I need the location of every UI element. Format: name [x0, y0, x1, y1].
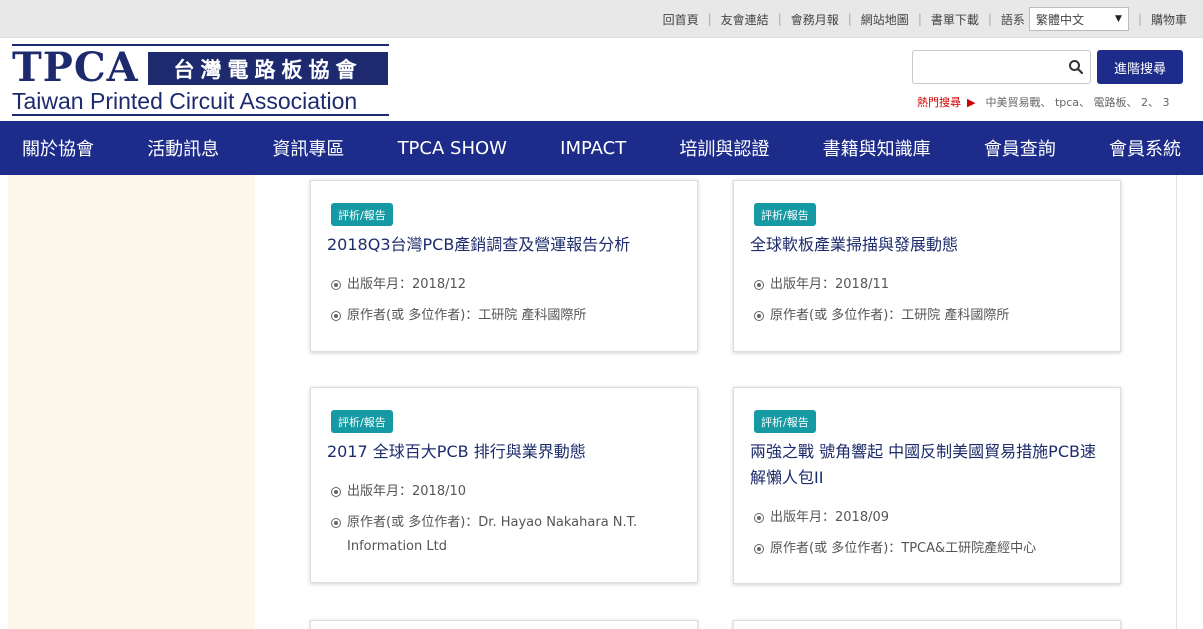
publish-date: 出版年月：2018/10 [331, 480, 667, 504]
category-badge: 評析/報告 [331, 410, 393, 433]
nav-item-training[interactable]: 培訓與認證 [679, 135, 769, 161]
logo-abbr: TPCA [12, 44, 139, 91]
bullet-icon [331, 487, 341, 497]
divider: | [707, 12, 712, 26]
publish-date: 出版年月：2018/11 [754, 273, 1090, 297]
card-title[interactable]: 全球軟板產業掃描與發展動態 [750, 232, 1110, 258]
language-select[interactable]: 繁體中文 ▼ [1028, 7, 1129, 31]
logo-english-name: Taiwan Printed Circuit Association [12, 88, 358, 114]
left-sidebar [8, 175, 255, 629]
nav-item-books[interactable]: 書籍與知識庫 [823, 135, 931, 161]
advanced-search-button[interactable]: 進階搜尋 [1097, 50, 1183, 84]
hot-search-terms[interactable]: 中美貿易戰、 tpca、 電路板、 2、 3 [985, 94, 1169, 110]
nav-item-tpca-show[interactable]: TPCA SHOW [398, 138, 507, 159]
divider: | [1137, 12, 1142, 26]
site-header: TPCA 台灣電路板協會 Taiwan Printed Circuit Asso… [0, 38, 1203, 121]
play-arrow-icon: ▶ [967, 95, 976, 109]
author-text: 原作者(或 多位作者)：工研院 產科國際所 [347, 308, 587, 323]
bullet-icon [331, 311, 341, 321]
report-card[interactable] [733, 620, 1121, 629]
bullet-icon [754, 280, 764, 290]
cart-link[interactable]: 購物車 [1151, 11, 1187, 28]
search-input[interactable] [912, 50, 1091, 84]
nav-item-member-lookup[interactable]: 會員查詢 [984, 135, 1056, 161]
divider: | [777, 12, 782, 26]
bullet-icon [754, 513, 764, 523]
nav-item-info[interactable]: 資訊專區 [272, 135, 344, 161]
publish-date: 出版年月：2018/12 [331, 273, 667, 297]
forms-download-link[interactable]: 書單下載 [931, 11, 979, 28]
report-card[interactable]: 評析/報告 2017 全球百大PCB 排行與業界動態 出版年月：2018/10 … [310, 387, 698, 583]
report-card[interactable]: 評析/報告 兩強之戰 號角響起 中國反制美國貿易措施PCB速解懶人包II 出版年… [733, 387, 1121, 584]
publish-date-text: 出版年月：2018/12 [347, 277, 467, 292]
card-title[interactable]: 2017 全球百大PCB 排行與業界動態 [327, 439, 687, 465]
nav-item-events[interactable]: 活動訊息 [147, 135, 219, 161]
report-card[interactable]: 評析/報告 2018Q3台灣PCB產銷調查及營運報告分析 出版年月：2018/1… [310, 180, 698, 352]
report-card[interactable]: 評析/報告 全球軟板產業掃描與發展動態 出版年月：2018/11 原作者(或 多… [733, 180, 1121, 352]
bullet-icon [754, 311, 764, 321]
nav-item-impact[interactable]: IMPACT [560, 138, 626, 159]
nav-item-about[interactable]: 關於協會 [22, 135, 94, 161]
report-card[interactable] [310, 620, 698, 629]
logo-rule [12, 114, 389, 116]
language-value: 繁體中文 [1035, 12, 1084, 27]
publish-date-text: 出版年月：2018/11 [770, 277, 890, 292]
main-nav: 關於協會 活動訊息 資訊專區 TPCA SHOW IMPACT 培訓與認證 書籍… [0, 121, 1203, 175]
author-info: 原作者(或 多位作者)：Dr. Hayao Nakahara N.T. Info… [331, 511, 667, 559]
author-info: 原作者(或 多位作者)：工研院 產科國際所 [754, 304, 1090, 328]
search-icon[interactable] [1068, 59, 1084, 75]
category-badge: 評析/報告 [331, 203, 393, 226]
author-info: 原作者(或 多位作者)：工研院 產科國際所 [331, 304, 667, 328]
bullet-icon [331, 280, 341, 290]
divider: | [847, 12, 852, 26]
monthly-report-link[interactable]: 會務月報 [791, 11, 839, 28]
bullet-icon [754, 544, 764, 554]
publish-date: 出版年月：2018/09 [754, 506, 1090, 530]
author-info: 原作者(或 多位作者)：TPCA&工研院產經中心 [754, 537, 1090, 561]
home-link[interactable]: 回首頁 [663, 11, 699, 28]
bullet-icon [331, 518, 341, 528]
logo-chinese-name: 台灣電路板協會 [148, 52, 388, 85]
hot-searches: 熱門搜尋 ▶ 中美貿易戰、 tpca、 電路板、 2、 3 [917, 94, 1170, 110]
divider: | [987, 12, 992, 26]
publish-date-text: 出版年月：2018/09 [770, 510, 890, 525]
friends-link[interactable]: 友會連結 [721, 11, 769, 28]
author-text: 原作者(或 多位作者)：工研院 產科國際所 [770, 308, 1010, 323]
category-badge: 評析/報告 [754, 203, 816, 226]
card-title[interactable]: 2018Q3台灣PCB產銷調查及營運報告分析 [327, 232, 687, 258]
content-border [1176, 175, 1177, 629]
hot-search-label: 熱門搜尋 [917, 96, 961, 109]
category-badge: 評析/報告 [754, 410, 816, 433]
divider: | [917, 12, 922, 26]
sitemap-link[interactable]: 網站地圖 [861, 11, 909, 28]
author-text: 原作者(或 多位作者)：Dr. Hayao Nakahara N.T. Info… [347, 515, 638, 554]
publish-date-text: 出版年月：2018/10 [347, 484, 467, 499]
tpca-logo[interactable]: TPCA 台灣電路板協會 Taiwan Printed Circuit Asso… [12, 44, 389, 116]
top-links: 回首頁 | 友會連結 | 會務月報 | 網站地圖 | 書單下載 | 語系 繁體中… [663, 0, 1187, 38]
nav-item-member-system[interactable]: 會員系統 [1109, 135, 1181, 161]
chevron-down-icon: ▼ [1115, 14, 1122, 24]
card-title[interactable]: 兩強之戰 號角響起 中國反制美國貿易措施PCB速解懶人包II [750, 439, 1110, 491]
top-utility-bar: 回首頁 | 友會連結 | 會務月報 | 網站地圖 | 書單下載 | 語系 繁體中… [0, 0, 1203, 38]
author-text: 原作者(或 多位作者)：TPCA&工研院產經中心 [770, 541, 1037, 556]
language-label: 語系 [1000, 12, 1025, 27]
